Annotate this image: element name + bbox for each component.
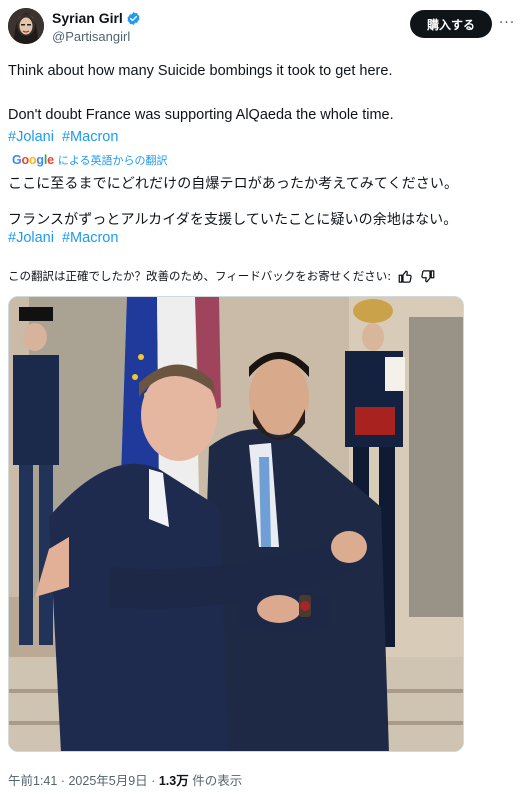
- thumbs-down-icon[interactable]: [419, 268, 435, 284]
- tweet-meta: 午前1:41 · 2025年5月9日 · 1.3万 件の表示: [8, 774, 243, 788]
- translation-attribution: Google による英語からの翻訳: [12, 152, 168, 168]
- hashtag-link[interactable]: #Jolani: [8, 230, 54, 246]
- hashtag-link[interactable]: #Jolani: [8, 129, 54, 145]
- tweet-hashtags: #Jolani #Macron: [8, 129, 122, 145]
- translation-feedback: この翻訳は正確でしたか？改善のため、フィードバックをお寄せください:: [8, 268, 435, 284]
- subscribe-button[interactable]: 購入する: [410, 10, 492, 38]
- translated-text-line-2: フランスがずっとアルカイダを支援していたことに疑いの余地はない。: [8, 212, 458, 228]
- google-logo: Google: [12, 153, 54, 167]
- tweet-photo[interactable]: [8, 296, 464, 752]
- view-count-label: 件の表示: [192, 774, 243, 788]
- translated-hashtags: #Jolani #Macron: [8, 230, 122, 246]
- translated-text-line-1: ここに至るまでにどれだけの自爆テロがあったか考えてみてください。: [8, 176, 459, 192]
- hashtag-link[interactable]: #Macron: [62, 230, 118, 246]
- author-handle[interactable]: @Partisangirl: [52, 29, 130, 44]
- tweet-header: Syrian Girl @Partisangirl 購入する ···: [8, 6, 514, 48]
- verified-badge-icon: [127, 11, 140, 25]
- tweet-text-line-2: Don't doubt France was supporting AlQaed…: [8, 107, 394, 123]
- translation-provider-label[interactable]: による英語からの翻訳: [58, 152, 168, 168]
- tweet-text-line-1: Think about how many Suicide bombings it…: [8, 63, 393, 79]
- author-display-name[interactable]: Syrian Girl: [52, 10, 123, 26]
- feedback-prompt: この翻訳は正確でしたか？改善のため、フィードバックをお寄せください:: [8, 269, 392, 283]
- more-options-icon[interactable]: ···: [498, 14, 516, 32]
- tweet-date[interactable]: 2025年5月9日: [68, 774, 147, 788]
- author-name-row: Syrian Girl: [52, 10, 141, 26]
- view-count: 1.3万: [158, 774, 189, 788]
- thumbs-up-icon[interactable]: [397, 268, 413, 284]
- hashtag-link[interactable]: #Macron: [62, 129, 118, 145]
- tweet-time[interactable]: 午前1:41: [8, 774, 57, 788]
- avatar[interactable]: [8, 8, 44, 44]
